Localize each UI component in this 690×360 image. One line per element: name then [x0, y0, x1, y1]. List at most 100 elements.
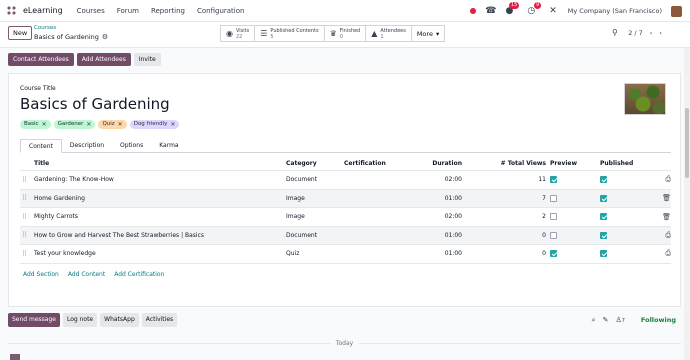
- pager-value[interactable]: 2 / 7: [628, 29, 643, 37]
- published-checkbox[interactable]: [600, 176, 607, 184]
- tag-remove-icon[interactable]: ✕: [118, 120, 123, 129]
- col-title[interactable]: Title: [34, 160, 286, 167]
- published-contents-button[interactable]: ☰ Published Contents 5: [255, 26, 325, 41]
- separator-line: [359, 343, 682, 344]
- scrollbar-thumb[interactable]: [685, 108, 689, 178]
- chat-icon[interactable]: ● 15: [506, 2, 520, 16]
- new-button[interactable]: New: [8, 26, 33, 40]
- published-checkbox[interactable]: [600, 194, 607, 202]
- table-row[interactable]: ⠿ Test your knowledge Quiz 01:00 0 ⎙: [20, 245, 671, 264]
- tab-karma[interactable]: Karma: [151, 139, 186, 153]
- published-checkbox[interactable]: [600, 213, 607, 221]
- drag-handle-icon[interactable]: ⠿: [20, 231, 34, 239]
- row-duration: 02:00: [444, 213, 462, 221]
- table-row[interactable]: ⠿ Home Gardening Image 01:00 7 🗑: [20, 189, 671, 208]
- print-icon[interactable]: ⎙: [657, 231, 671, 240]
- table-row[interactable]: ⠿ How to Grow and Harvest The Best Strawb…: [20, 226, 671, 245]
- row-title: Home Gardening: [34, 194, 85, 202]
- col-views[interactable]: # Total Views: [462, 160, 550, 167]
- drag-handle-icon[interactable]: ⠿: [20, 194, 34, 202]
- message-avatar: [10, 354, 20, 360]
- tag-remove-icon[interactable]: ✕: [42, 120, 47, 129]
- menu-configuration[interactable]: Configuration: [197, 7, 244, 15]
- published-checkbox[interactable]: [600, 250, 607, 258]
- tab-description[interactable]: Description: [62, 139, 112, 153]
- whatsapp-button[interactable]: WhatsApp: [100, 313, 139, 327]
- visits-button[interactable]: ◉ Visits 22: [221, 26, 256, 41]
- following-button[interactable]: Following: [641, 316, 676, 324]
- row-published: [600, 213, 657, 221]
- chevron-left-icon[interactable]: ‹: [650, 29, 653, 37]
- followers-button[interactable]: ♙7: [615, 316, 624, 324]
- row-views: 2: [542, 213, 546, 221]
- invite-button[interactable]: Invite: [133, 53, 161, 66]
- app-menu-icon[interactable]: [7, 5, 17, 16]
- drag-handle-icon[interactable]: ⠿: [20, 213, 34, 221]
- tools-icon[interactable]: ✕: [549, 6, 557, 16]
- add-certification-link[interactable]: Add Certification: [114, 271, 164, 278]
- preview-checkbox[interactable]: [550, 231, 557, 239]
- tag-quiz-label: Quiz: [102, 121, 115, 127]
- finished-value: 0: [339, 33, 343, 40]
- tag-remove-icon[interactable]: ✕: [170, 120, 175, 129]
- scrollbar[interactable]: [684, 48, 690, 360]
- trash-icon[interactable]: 🗑: [657, 194, 671, 202]
- print-icon[interactable]: ⎙: [657, 249, 671, 258]
- tab-content[interactable]: Content: [20, 139, 62, 153]
- menu-forum[interactable]: Forum: [117, 7, 139, 15]
- tab-options[interactable]: Options: [112, 139, 151, 153]
- pin-icon[interactable]: ⚲: [612, 28, 618, 37]
- log-note-button[interactable]: Log note: [62, 313, 98, 327]
- user-avatar[interactable]: [671, 5, 682, 17]
- chevron-right-icon[interactable]: ›: [659, 29, 662, 37]
- drag-handle-icon[interactable]: ⠿: [20, 250, 34, 258]
- table-row[interactable]: ⠿ Mighty Carrots Image 02:00 2 🗑: [20, 208, 671, 227]
- list-icon: ☰: [260, 29, 268, 38]
- published-checkbox[interactable]: [600, 231, 607, 239]
- more-button[interactable]: More ▾: [412, 26, 444, 41]
- col-preview[interactable]: Preview: [550, 160, 600, 167]
- col-category[interactable]: Category: [286, 160, 344, 167]
- finished-button[interactable]: ♛ Finished 0: [325, 26, 367, 41]
- course-image[interactable]: [624, 83, 666, 115]
- preview-checkbox[interactable]: [550, 194, 557, 202]
- pager: 2 / 7 ‹ ›: [628, 29, 662, 37]
- company-switcher[interactable]: My Company (San Francisco): [568, 7, 662, 15]
- phone-icon[interactable]: ☎: [485, 6, 496, 16]
- tag-remove-icon[interactable]: ✕: [86, 120, 91, 129]
- row-preview: [550, 250, 600, 258]
- app-name[interactable]: eLearning: [23, 6, 63, 15]
- add-content-link[interactable]: Add Content: [68, 271, 105, 278]
- menu-courses[interactable]: Courses: [77, 7, 105, 15]
- preview-checkbox[interactable]: [550, 213, 557, 221]
- contact-attendees-button[interactable]: Contact Attendees: [8, 53, 74, 66]
- col-published[interactable]: Published: [600, 160, 657, 167]
- activity-badge: 9: [534, 2, 542, 9]
- activities-button[interactable]: Activities: [141, 313, 178, 327]
- attendees-button[interactable]: ▲ Attendees 1: [366, 26, 412, 41]
- course-title-label: Course Title: [20, 85, 56, 92]
- drag-handle-icon[interactable]: ⠿: [20, 176, 34, 184]
- activity-clock-icon[interactable]: ◷ 9: [527, 2, 542, 16]
- graduation-cap-icon: ▲: [371, 29, 378, 38]
- tag-list: Basic ✕ Gardener ✕ Quiz ✕ Dog friendly ✕: [20, 120, 180, 129]
- search-icon[interactable]: ⌕: [592, 316, 596, 325]
- add-attendees-button[interactable]: Add Attendees: [76, 53, 131, 66]
- row-preview: [550, 194, 600, 202]
- gear-icon[interactable]: ⚙: [102, 33, 108, 41]
- preview-checkbox[interactable]: [550, 176, 557, 184]
- status-dot-icon[interactable]: [470, 8, 477, 14]
- menu-reporting[interactable]: Reporting: [151, 7, 185, 15]
- trash-icon[interactable]: 🗑: [657, 213, 671, 221]
- paperclip-icon[interactable]: ✎: [603, 316, 609, 324]
- send-message-button[interactable]: Send message: [8, 313, 60, 327]
- table-row[interactable]: ⠿ Gardening: The Know-How Document 02:00 11 ⎙: [20, 171, 671, 190]
- add-section-link[interactable]: Add Section: [23, 271, 59, 278]
- preview-checkbox[interactable]: [550, 250, 557, 258]
- col-duration[interactable]: Duration: [412, 160, 462, 167]
- col-certification[interactable]: Certification: [344, 160, 412, 167]
- row-duration: 01:00: [444, 194, 462, 202]
- course-title-field[interactable]: Basics of Gardening: [20, 95, 170, 113]
- breadcrumb-courses[interactable]: Courses: [34, 25, 56, 31]
- print-icon[interactable]: ⎙: [657, 175, 671, 184]
